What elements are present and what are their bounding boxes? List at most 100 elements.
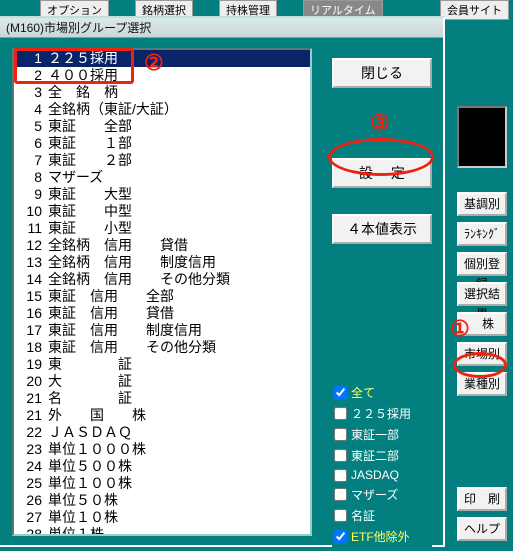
- four-value-button[interactable]: ４本値表示: [332, 214, 432, 244]
- list-item[interactable]: 28単位１株: [14, 526, 310, 536]
- list-item[interactable]: 20大 証: [14, 373, 310, 390]
- close-button[interactable]: 閉じる: [332, 58, 432, 88]
- btn-market[interactable]: 市場別: [457, 342, 507, 366]
- list-item-label: 東証 信用 その他分類: [48, 339, 216, 356]
- btn-print[interactable]: 印 刷: [457, 487, 507, 511]
- list-item[interactable]: 8マザーズ: [14, 169, 310, 186]
- tab-realtime[interactable]: リアルタイム: [303, 0, 383, 16]
- list-item-num: 22: [20, 424, 48, 441]
- tab-option[interactable]: オプション: [40, 0, 109, 16]
- member-link[interactable]: 会員サイト: [440, 0, 509, 20]
- list-item-num: 2: [20, 67, 48, 84]
- chk-225[interactable]: [334, 407, 347, 420]
- list-item-label: 大 証: [48, 373, 132, 390]
- list-item[interactable]: 22ＪＡＳＤＡＱ: [14, 424, 310, 441]
- list-item[interactable]: 2４００採用: [14, 67, 310, 84]
- list-item-label: 単位１０株: [48, 509, 118, 526]
- chk-mothers-label: マザーズ: [351, 486, 398, 503]
- list-item-label: 全銘柄 信用 その他分類: [48, 271, 230, 288]
- list-item-num: 3: [20, 84, 48, 101]
- list-item-num: 5: [20, 118, 48, 135]
- list-item[interactable]: 4全銘柄（東証/大証）: [14, 101, 310, 118]
- list-item[interactable]: 13全銘柄 信用 制度信用: [14, 254, 310, 271]
- list-item[interactable]: 26単位５０株: [14, 492, 310, 509]
- chk-mothers[interactable]: [334, 488, 347, 501]
- list-item-num: 19: [20, 356, 48, 373]
- list-item[interactable]: 18東証 信用 その他分類: [14, 339, 310, 356]
- list-item[interactable]: 6東証 １部: [14, 135, 310, 152]
- chk-etf[interactable]: [334, 530, 347, 543]
- list-item-label: 東証 信用 全部: [48, 288, 174, 305]
- list-item[interactable]: 12全銘柄 信用 貸借: [14, 237, 310, 254]
- list-item-num: 14: [20, 271, 48, 288]
- modal-title: (M160)市場別グループ選択: [0, 18, 443, 38]
- list-item-label: 全銘柄 信用 貸借: [48, 237, 188, 254]
- btn-ranking[interactable]: ﾗﾝｷﾝｸﾞ: [457, 222, 507, 246]
- list-item-num: 6: [20, 135, 48, 152]
- tab-select[interactable]: 銘柄選択: [135, 0, 193, 16]
- list-item-label: 単位１株: [48, 526, 104, 536]
- list-item[interactable]: 21外 国 株: [14, 407, 310, 424]
- chk-jasdaq[interactable]: [334, 469, 347, 482]
- tab-holdings[interactable]: 持株管理: [219, 0, 277, 16]
- list-item-num: 12: [20, 237, 48, 254]
- btn-industry[interactable]: 業種別: [457, 372, 507, 396]
- list-item-num: 25: [20, 475, 48, 492]
- btn-help[interactable]: ヘルプ: [457, 517, 507, 541]
- btn-kijun[interactable]: 基調別: [457, 192, 507, 216]
- list-item-num: 9: [20, 186, 48, 203]
- list-item-label: 全銘柄 信用 制度信用: [48, 254, 216, 271]
- chk-t2[interactable]: [334, 449, 347, 462]
- list-item[interactable]: 27単位１０株: [14, 509, 310, 526]
- chk-meisho[interactable]: [334, 509, 347, 522]
- list-item[interactable]: 24単位５００株: [14, 458, 310, 475]
- list-item[interactable]: 10東証 中型: [14, 203, 310, 220]
- list-item[interactable]: 9東証 大型: [14, 186, 310, 203]
- chk-all[interactable]: [334, 386, 347, 399]
- chk-meisho-label: 名証: [351, 507, 375, 524]
- list-item[interactable]: 11東証 小型: [14, 220, 310, 237]
- list-item-label: 東証 全部: [48, 118, 132, 135]
- btn-register[interactable]: 個別登録: [457, 252, 507, 276]
- list-item-label: ２２５採用: [48, 50, 118, 67]
- list-item[interactable]: 21名 証: [14, 390, 310, 407]
- list-item[interactable]: 19東 証: [14, 356, 310, 373]
- list-item-num: 17: [20, 322, 48, 339]
- list-item[interactable]: 14全銘柄 信用 その他分類: [14, 271, 310, 288]
- list-item-label: マザーズ: [48, 169, 103, 186]
- list-item-num: 10: [20, 203, 48, 220]
- list-item-num: 26: [20, 492, 48, 509]
- list-item[interactable]: 25単位１００株: [14, 475, 310, 492]
- list-item-label: 単位１０００株: [48, 441, 146, 458]
- list-item-num: 21: [20, 407, 48, 424]
- modal-market-select: (M160)市場別グループ選択 1２２５採用2４００採用3全 銘 柄4全銘柄（東…: [0, 16, 445, 547]
- chk-t1-label: 東証一部: [351, 426, 399, 443]
- list-item-label: 東証 １部: [48, 135, 132, 152]
- list-item-label: 東証 信用 貸借: [48, 305, 174, 322]
- list-item-label: 単位５００株: [48, 458, 132, 475]
- list-item[interactable]: 17東証 信用 制度信用: [14, 322, 310, 339]
- chk-all-label: 全て: [351, 384, 375, 401]
- list-item-label: ４００採用: [48, 67, 118, 84]
- set-button[interactable]: 設 定: [332, 158, 432, 188]
- group-list[interactable]: 1２２５採用2４００採用3全 銘 柄4全銘柄（東証/大証）5東証 全部6東証 １…: [12, 48, 312, 536]
- list-item-label: 全銘柄（東証/大証）: [48, 101, 178, 118]
- btn-stock[interactable]: 株: [457, 312, 507, 336]
- preview-box: [457, 106, 507, 168]
- list-item[interactable]: 16東証 信用 貸借: [14, 305, 310, 322]
- list-item[interactable]: 3全 銘 柄: [14, 84, 310, 101]
- list-item-num: 21: [20, 390, 48, 407]
- list-item[interactable]: 15東証 信用 全部: [14, 288, 310, 305]
- list-item-num: 16: [20, 305, 48, 322]
- list-item-num: 4: [20, 101, 48, 118]
- list-item-label: 東 証: [48, 356, 132, 373]
- list-item-label: 東証 小型: [48, 220, 132, 237]
- btn-result[interactable]: 選択結果: [457, 282, 507, 306]
- chk-225-label: ２２５採用: [351, 405, 411, 422]
- chk-etf-label: ETF他除外: [351, 528, 410, 545]
- list-item[interactable]: 23単位１０００株: [14, 441, 310, 458]
- list-item[interactable]: 1２２５採用: [14, 50, 310, 67]
- chk-t1[interactable]: [334, 428, 347, 441]
- list-item[interactable]: 7東証 ２部: [14, 152, 310, 169]
- list-item[interactable]: 5東証 全部: [14, 118, 310, 135]
